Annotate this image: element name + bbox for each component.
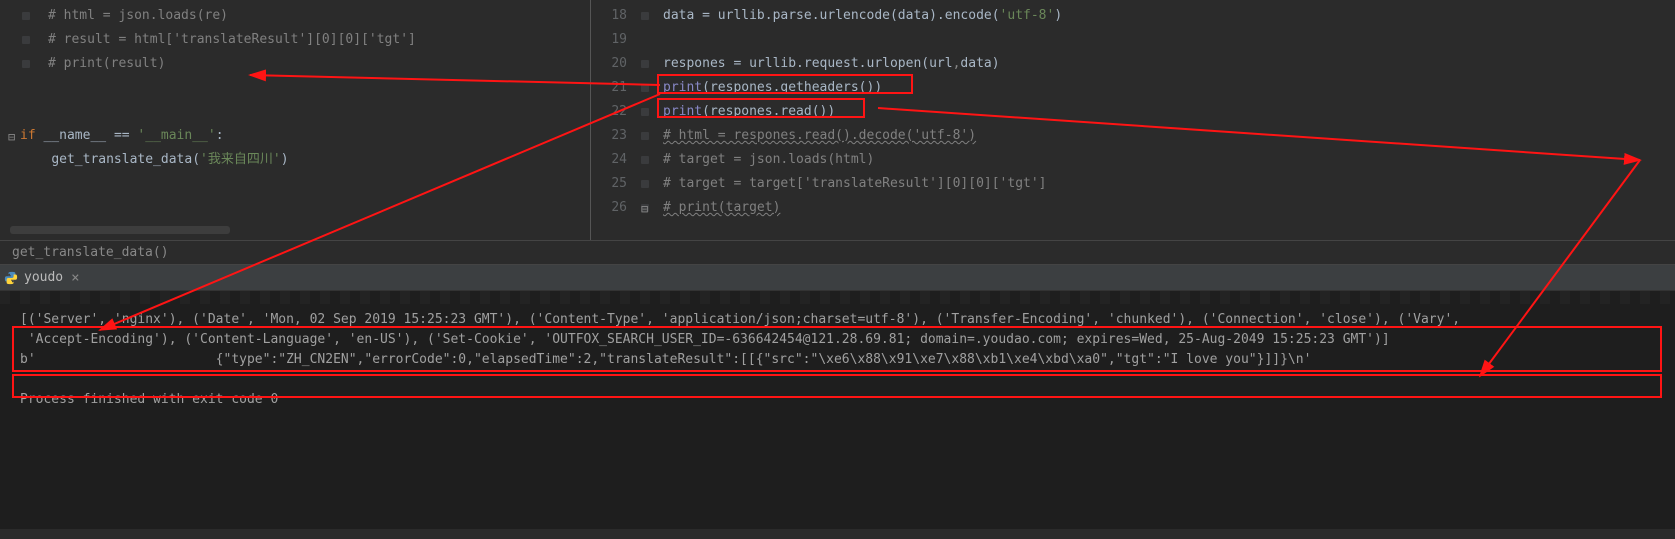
breadcrumb-text: get_translate_data(): [12, 245, 169, 260]
fold-icon[interactable]: ⊟: [8, 125, 15, 149]
code-text: '__main__': [137, 128, 215, 143]
horizontal-scrollbar[interactable]: [10, 226, 230, 234]
right-editor-pane[interactable]: 18 data = urllib.parse.urlencode(data).en…: [590, 0, 1675, 240]
line-number: 22: [587, 100, 627, 124]
console-output[interactable]: [('Server', 'nginx'), ('Date', 'Mon, 02 …: [0, 304, 1675, 529]
code-text: # target = json.loads(html): [663, 152, 874, 167]
code-text: '我来自四川': [200, 152, 281, 167]
console-line: [('Server', 'nginx'), ('Date', 'Mon, 02 …: [0, 310, 1675, 330]
line-number: 21: [587, 76, 627, 100]
code-text: ): [827, 104, 835, 119]
line-number: 19: [587, 28, 627, 52]
code-line[interactable]: 22print(respones.read()): [591, 100, 1675, 124]
run-tab-label[interactable]: youdo: [24, 270, 63, 285]
left-editor-pane[interactable]: # html = json.loads(re) # result = html[…: [0, 0, 590, 240]
code-text: get_translate_data: [51, 152, 192, 167]
code-text: # print(target): [663, 200, 780, 215]
run-tab-bar: youdo ×: [0, 264, 1675, 290]
code-text: ): [874, 80, 882, 95]
line-number: 23: [587, 124, 627, 148]
console-line: b' {"type":"ZH_CN2EN","errorCode":0,"ela…: [0, 350, 1675, 370]
code-text: __name__: [36, 128, 114, 143]
code-text: (: [702, 104, 710, 119]
line-number: 18: [587, 4, 627, 28]
code-text: :: [216, 128, 224, 143]
code-text: # print(result): [48, 56, 165, 71]
editor-split: # html = json.loads(re) # result = html[…: [0, 0, 1675, 240]
line-number: 26: [587, 196, 627, 220]
code-text: [20, 152, 51, 167]
code-line[interactable]: 25# target = target['translateResult'][0…: [591, 172, 1675, 196]
close-icon[interactable]: ×: [71, 270, 79, 286]
code-line[interactable]: 26⊟# print(target): [591, 196, 1675, 220]
code-text: ): [1054, 8, 1062, 23]
line-number: 20: [587, 52, 627, 76]
code-line[interactable]: [0, 100, 590, 124]
code-text: # html = respones.read().decode('utf-8'): [663, 128, 976, 143]
code-line[interactable]: # print(result): [0, 52, 590, 76]
code-line[interactable]: 21print(respones.getheaders()): [591, 76, 1675, 100]
line-number: 25: [587, 172, 627, 196]
code-text: (: [702, 80, 710, 95]
console-line: 'Accept-Encoding'), ('Content-Language',…: [0, 330, 1675, 350]
console-toolbar: [0, 290, 1675, 304]
console-line: [0, 370, 1675, 390]
breadcrumb[interactable]: get_translate_data(): [0, 240, 1675, 264]
code-text: ): [281, 152, 289, 167]
code-text: ==: [114, 128, 137, 143]
code-line[interactable]: 23# html = respones.read().decode('utf-8…: [591, 124, 1675, 148]
code-line[interactable]: 18data = urllib.parse.urlencode(data).en…: [591, 4, 1675, 28]
code-line[interactable]: [0, 76, 590, 100]
code-line[interactable]: 20respones = urllib.request.urlopen(url,…: [591, 52, 1675, 76]
code-line[interactable]: get_translate_data('我来自四川'): [0, 148, 590, 172]
code-text: data): [960, 56, 999, 71]
code-line[interactable]: # result = html['translateResult'][0][0]…: [0, 28, 590, 52]
code-text: if: [20, 128, 36, 143]
code-line[interactable]: # html = json.loads(re): [0, 4, 590, 28]
code-text: (: [192, 152, 200, 167]
code-line[interactable]: 19: [591, 28, 1675, 52]
code-text: respones = urllib.request.urlopen(url: [663, 56, 953, 71]
code-text: 'utf-8': [1000, 8, 1055, 23]
code-text: data = urllib.parse.urlencode(data).enco…: [663, 8, 1000, 23]
console-exit-line: Process finished with exit code 0: [0, 390, 1675, 410]
code-text: print: [663, 80, 702, 95]
code-text: # target = target['translateResult'][0][…: [663, 176, 1047, 191]
code-text: # result = html['translateResult'][0][0]…: [48, 32, 416, 47]
python-icon: [4, 271, 18, 285]
code-text: print: [663, 104, 702, 119]
code-text: respones.read(): [710, 104, 827, 119]
code-text: respones.getheaders(): [710, 80, 874, 95]
fold-icon[interactable]: ⊟: [641, 197, 648, 221]
code-line[interactable]: ⊟ if __name__ == '__main__':: [0, 124, 590, 148]
code-text: # html = json.loads(re): [48, 8, 228, 23]
code-line[interactable]: 24# target = json.loads(html): [591, 148, 1675, 172]
line-number: 24: [587, 148, 627, 172]
